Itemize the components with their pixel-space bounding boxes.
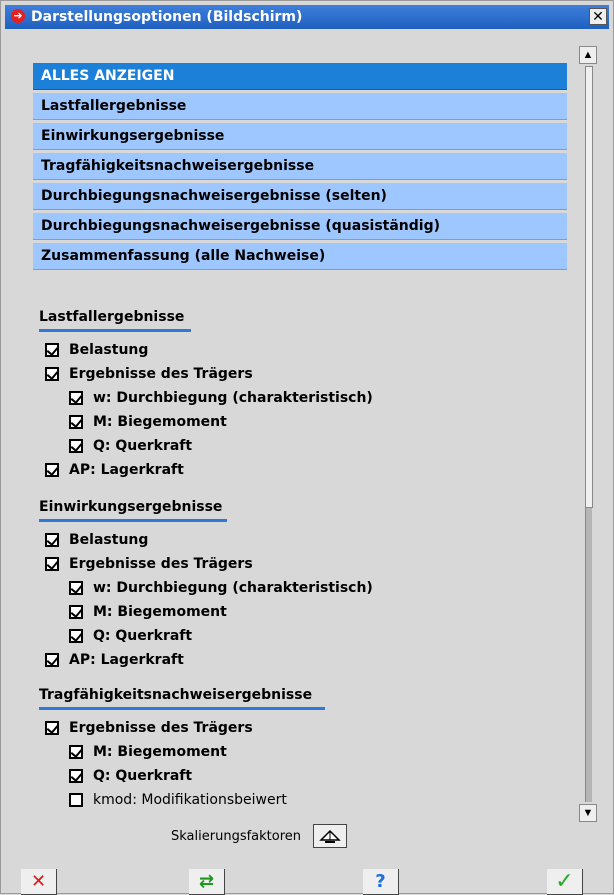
scaling-row: Skalierungsfaktoren <box>171 821 348 851</box>
checkbox-querkraft[interactable]: Q: Querkraft <box>69 435 192 457</box>
section-title-lastfallergebnisse: Lastfallergebnisse <box>39 309 185 325</box>
nav-item-durchbiegung-selten[interactable]: Durchbiegungsnachweisergebnisse (selten) <box>33 183 567 210</box>
checkbox-label: Belastung <box>69 532 149 548</box>
section-underline <box>39 329 191 332</box>
checkbox-label: Q: Querkraft <box>93 768 193 784</box>
window-title: Darstellungsoptionen (Bildschirm) <box>31 9 303 25</box>
checkbox-querkraft[interactable]: Q: Querkraft <box>69 765 192 787</box>
nav-item-tragfaehigkeitsnachweisergebnisse[interactable]: Tragfähigkeitsnachweisergebnisse <box>33 153 567 180</box>
checkbox-label: M: Biegemoment <box>93 414 227 430</box>
checkbox-belastung[interactable]: Belastung <box>45 339 148 361</box>
scroll-track[interactable] <box>585 66 593 802</box>
checkbox-querkraft[interactable]: Q: Querkraft <box>69 625 192 647</box>
checkbox-box[interactable] <box>45 721 59 735</box>
checkbox-lagerkraft[interactable]: AP: Lagerkraft <box>45 649 184 671</box>
checkbox-label: Belastung <box>69 342 149 358</box>
checkbox-label: Q: Querkraft <box>93 438 193 454</box>
nav-item-alles-anzeigen[interactable]: ALLES ANZEIGEN <box>33 63 567 90</box>
checkbox-lagerkraft[interactable]: AP: Lagerkraft <box>45 459 184 481</box>
checkbox-box[interactable] <box>69 439 83 453</box>
checkbox-box[interactable] <box>69 629 83 643</box>
checkbox-ergebnisse-traeger[interactable]: Ergebnisse des Trägers <box>45 717 253 739</box>
checkbox-durchbiegung[interactable]: w: Durchbiegung (charakteristisch) <box>69 577 373 599</box>
section-underline <box>39 707 325 710</box>
scroll-thumb[interactable] <box>585 66 593 508</box>
scroll-up-button[interactable]: ▲ <box>579 46 597 64</box>
nav-item-einwirkungsergebnisse[interactable]: Einwirkungsergebnisse <box>33 123 567 150</box>
checkbox-label: w: Durchbiegung (charakteristisch) <box>93 580 373 596</box>
checkbox-label: AP: Lagerkraft <box>69 652 184 668</box>
title-bar[interactable]: ➜ Darstellungsoptionen (Bildschirm) ✕ <box>5 5 609 29</box>
checkbox-kmod[interactable]: kmod: Modifikationsbeiwert <box>69 789 287 811</box>
vertical-scrollbar[interactable]: ▲ ▼ <box>579 46 599 822</box>
checkbox-belastung[interactable]: Belastung <box>45 529 148 551</box>
checkbox-box[interactable] <box>45 343 59 357</box>
checkbox-label: kmod: Modifikationsbeiwert <box>93 792 287 808</box>
section-underline <box>39 519 227 522</box>
transfer-button[interactable]: ⇄ <box>189 869 225 895</box>
checkbox-box[interactable] <box>69 391 83 405</box>
checkbox-box[interactable] <box>45 557 59 571</box>
checkbox-label: AP: Lagerkraft <box>69 462 184 478</box>
checkbox-box[interactable] <box>45 367 59 381</box>
checkbox-label: Ergebnisse des Trägers <box>69 556 253 572</box>
checkbox-box[interactable] <box>69 581 83 595</box>
checkbox-box[interactable] <box>69 605 83 619</box>
checkbox-box[interactable] <box>45 533 59 547</box>
checkbox-box[interactable] <box>69 769 83 783</box>
nav-list: ALLES ANZEIGEN Lastfallergebnisse Einwir… <box>33 63 567 273</box>
help-button[interactable]: ? <box>363 869 399 895</box>
nav-item-zusammenfassung[interactable]: Zusammenfassung (alle Nachweise) <box>33 243 567 270</box>
checkbox-biegemoment[interactable]: M: Biegemoment <box>69 741 227 763</box>
section-title-tragfaehigkeit: Tragfähigkeitsnachweisergebnisse <box>39 687 313 703</box>
checkbox-label: Q: Querkraft <box>93 628 193 644</box>
checkbox-label: M: Biegemoment <box>93 604 227 620</box>
nav-item-lastfallergebnisse[interactable]: Lastfallergebnisse <box>33 93 567 120</box>
checkbox-ergebnisse-traeger[interactable]: Ergebnisse des Trägers <box>45 553 253 575</box>
scaling-icon <box>319 829 341 843</box>
options-panel: ALLES ANZEIGEN Lastfallergebnisse Einwir… <box>31 43 569 823</box>
arrow-right-icon: ➜ <box>11 9 25 23</box>
scaling-label: Skalierungsfaktoren <box>171 828 302 844</box>
checkbox-biegemoment[interactable]: M: Biegemoment <box>69 601 227 623</box>
ok-button[interactable]: ✓ <box>547 869 583 895</box>
section-title-einwirkungsergebnisse: Einwirkungsergebnisse <box>39 499 223 515</box>
checkbox-box[interactable] <box>69 415 83 429</box>
checkbox-label: M: Biegemoment <box>93 744 227 760</box>
checkbox-box[interactable] <box>69 745 83 759</box>
checkbox-label: Ergebnisse des Trägers <box>69 366 253 382</box>
checkbox-durchbiegung[interactable]: w: Durchbiegung (charakteristisch) <box>69 387 373 409</box>
cancel-button[interactable]: ✕ <box>21 869 57 895</box>
scroll-down-button[interactable]: ▼ <box>579 804 597 822</box>
checkbox-box[interactable] <box>45 653 59 667</box>
checkbox-box[interactable] <box>69 793 83 807</box>
checkbox-box[interactable] <box>45 463 59 477</box>
checkbox-label: Ergebnisse des Trägers <box>69 720 253 736</box>
nav-item-durchbiegung-quasistaendig[interactable]: Durchbiegungsnachweisergebnisse (quasist… <box>33 213 567 240</box>
checkbox-biegemoment[interactable]: M: Biegemoment <box>69 411 227 433</box>
close-button[interactable]: ✕ <box>589 8 607 25</box>
dialog-window: ➜ Darstellungsoptionen (Bildschirm) ✕ AL… <box>0 0 614 895</box>
scaling-button[interactable] <box>313 824 348 848</box>
checkbox-ergebnisse-traeger[interactable]: Ergebnisse des Trägers <box>45 363 253 385</box>
checkbox-label: w: Durchbiegung (charakteristisch) <box>93 390 373 406</box>
